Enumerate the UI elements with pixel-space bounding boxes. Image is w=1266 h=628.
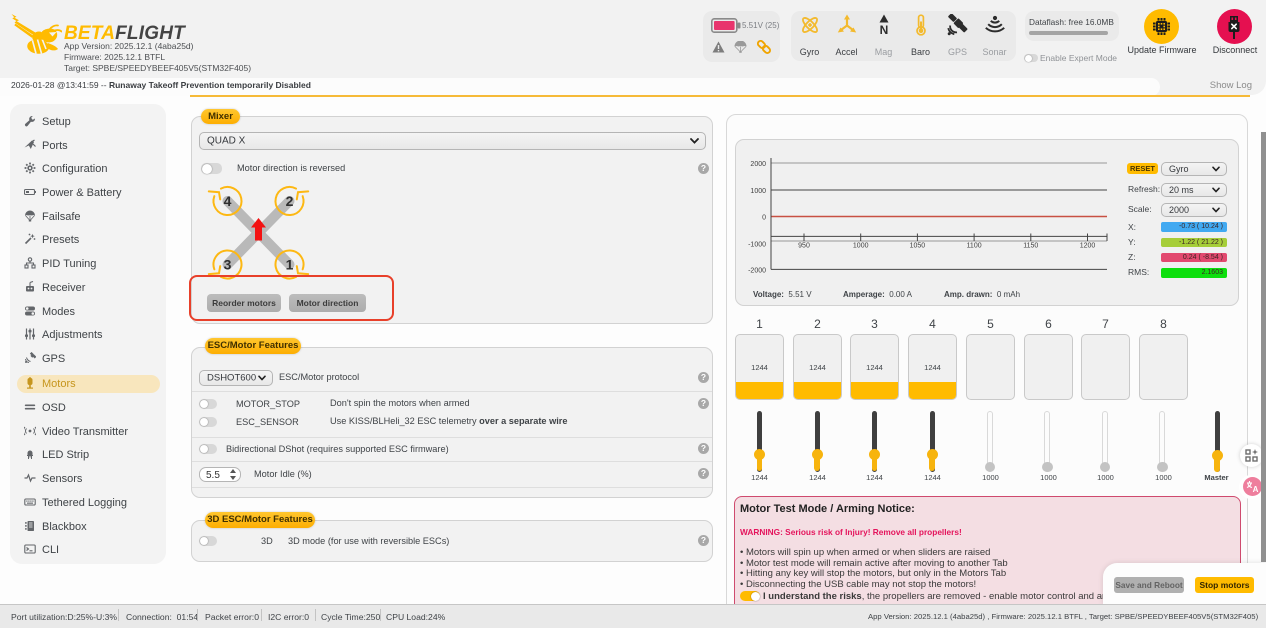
svg-text:1050: 1050 [910, 243, 926, 250]
svg-text:1100: 1100 [967, 243, 982, 250]
svg-text:1150: 1150 [1023, 243, 1038, 250]
svg-text:3: 3 [224, 256, 232, 272]
svg-text:1000: 1000 [750, 188, 766, 195]
svg-text:4: 4 [224, 193, 232, 209]
svg-text:1000: 1000 [853, 243, 869, 250]
svg-text:0: 0 [762, 215, 766, 222]
svg-text:1200: 1200 [1080, 243, 1096, 250]
svg-text:-2000: -2000 [748, 267, 766, 274]
svg-text:-1000: -1000 [748, 242, 766, 249]
svg-text:2: 2 [286, 193, 294, 209]
svg-text:950: 950 [798, 243, 810, 250]
svg-text:2000: 2000 [750, 161, 766, 168]
svg-text:1: 1 [286, 256, 294, 272]
svg-text:A: A [1253, 485, 1259, 493]
svg-text:N: N [879, 23, 888, 36]
